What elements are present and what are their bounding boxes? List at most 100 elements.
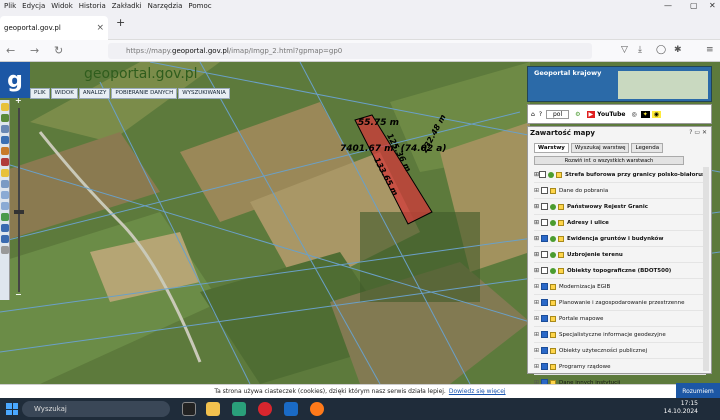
prev-extent-icon[interactable] [1, 224, 9, 232]
edge-icon[interactable] [232, 402, 246, 416]
layer-checkbox[interactable] [541, 331, 548, 338]
draw-tool-icon[interactable] [1, 169, 9, 177]
expand-layer-icon[interactable]: ⊞ [534, 203, 541, 210]
layer-row[interactable]: ⊞ Obiekty użyteczności publicznej [534, 343, 706, 359]
menu-narzedzia[interactable]: Narzędzia [148, 2, 183, 10]
taskbar-search[interactable]: Wyszukaj [22, 401, 170, 417]
extensions-icon[interactable]: ✱ [674, 45, 682, 55]
menu-pobieranie[interactable]: POBIERANIE DANYCH [111, 88, 178, 99]
cookie-more-link[interactable]: Dowiedz się więcej [449, 388, 506, 395]
zoom-box-icon[interactable] [1, 180, 9, 188]
layer-checkbox[interactable] [541, 251, 548, 258]
new-tab-icon[interactable]: + [116, 16, 125, 29]
layers-tool-icon[interactable] [1, 136, 9, 144]
layer-checkbox[interactable] [541, 187, 548, 194]
firefox-icon[interactable] [310, 402, 324, 416]
expand-layer-icon[interactable]: ⊞ [534, 219, 541, 226]
expand-layer-icon[interactable]: ⊞ [534, 315, 541, 322]
accessibility-icon[interactable]: ◎ [631, 111, 636, 118]
url-field[interactable]: https://mapy. geoportal.gov.pl/imap/Imgp_… [108, 43, 592, 59]
layer-checkbox[interactable] [541, 363, 548, 370]
expand-layer-icon[interactable]: ⊞ [534, 299, 541, 306]
panel-scrollbar[interactable] [703, 167, 709, 371]
layer-checkbox[interactable] [541, 235, 548, 242]
eye-icon[interactable]: ◉ [651, 110, 661, 118]
layer-checkbox[interactable] [539, 171, 547, 178]
tab-wyszukaj[interactable]: Wyszukaj warstwę [570, 143, 630, 153]
zoom-out-icon[interactable]: − [15, 290, 22, 299]
menu-analizy[interactable]: ANALIZY [78, 88, 111, 99]
layer-row[interactable]: ⊞ Planowanie i zagospodarowanie przestrze… [534, 295, 706, 311]
opera-icon[interactable] [258, 402, 272, 416]
expand-layer-icon[interactable]: ⊞ [534, 363, 541, 370]
menu-widok-app[interactable]: WIDOK [50, 88, 78, 99]
layer-checkbox[interactable] [541, 347, 548, 354]
windows-start-icon[interactable] [6, 403, 18, 415]
expand-layer-icon[interactable]: ⊞ [534, 283, 541, 290]
help-tool-icon[interactable] [1, 246, 9, 254]
layer-row[interactable]: ⊞ Państwowy Rejestr Granic [534, 199, 706, 215]
menu-plik[interactable]: Plik [4, 2, 16, 10]
back-icon[interactable]: ← [6, 44, 15, 57]
print-tool-icon[interactable] [1, 125, 9, 133]
minimize-icon[interactable]: — [664, 1, 672, 10]
menu-historia[interactable]: Historia [79, 2, 106, 10]
menu-zakladki[interactable]: Zakładki [112, 2, 142, 10]
youtube-icon[interactable]: ▶ [586, 110, 596, 118]
maximize-icon[interactable]: ▢ [690, 1, 698, 10]
tab-legenda[interactable]: Legenda [631, 143, 664, 153]
globe-tool-icon[interactable] [1, 213, 9, 221]
info-tool-icon[interactable] [1, 103, 9, 111]
layer-checkbox[interactable] [541, 203, 548, 210]
layer-row[interactable]: ⊞ Ewidencja gruntów i budynków [534, 231, 706, 247]
layer-row[interactable]: ⊞ Modernizacja EGIB [534, 279, 706, 295]
layer-row[interactable]: ⊞ Obiekty topograficzne (BDOT500) [534, 263, 706, 279]
pan-tool-icon[interactable] [1, 114, 9, 122]
language-select[interactable]: pol [546, 109, 570, 119]
contrast-icon[interactable]: ✦ [640, 110, 650, 118]
layer-row[interactable]: ⊞ Strefa buforowa przy granicy polsko-bia… [534, 167, 706, 183]
zoom-in-icon[interactable]: + [15, 96, 22, 105]
layer-checkbox[interactable] [541, 219, 548, 226]
geoportal-logo[interactable]: g [0, 62, 30, 98]
expand-layer-icon[interactable]: ⊞ [534, 187, 541, 194]
account-icon[interactable]: ◯ [656, 45, 666, 55]
menu-plik-app[interactable]: PLIK [30, 88, 50, 99]
close-tab-icon[interactable]: × [96, 23, 104, 33]
menu-edycja[interactable]: Edycja [22, 2, 45, 10]
layer-row[interactable]: ⊞ Uzbrojenie terenu [534, 247, 706, 263]
zoom-slider-handle[interactable] [14, 210, 24, 214]
reload-icon[interactable]: ↻ [54, 44, 63, 57]
layer-row[interactable]: ⊞ Adresy i ulice [534, 215, 706, 231]
help-icon[interactable]: ? [539, 111, 542, 118]
ruler-tool-icon[interactable] [1, 147, 9, 155]
expand-layer-icon[interactable]: ⊞ [534, 331, 541, 338]
pocket-icon[interactable]: ▽ [621, 45, 628, 55]
menu-wyszukiwania[interactable]: WYSZUKIWANIA [178, 88, 230, 99]
expand-layer-icon[interactable]: ⊞ [534, 235, 541, 242]
menu-widok[interactable]: Widok [51, 2, 73, 10]
download-icon[interactable]: ⤓ [638, 45, 642, 55]
settings-icon[interactable]: ⚙ [575, 111, 580, 118]
zoom-in-tool-icon[interactable] [1, 191, 9, 199]
outlook-icon[interactable] [284, 402, 298, 416]
menu-pomoc[interactable]: Pomoc [188, 2, 211, 10]
taskbar-clock[interactable]: 17:15 14.10.2024 [664, 400, 698, 416]
tab-warstwy[interactable]: Warstwy [534, 143, 569, 153]
home-icon[interactable]: ⌂ [531, 111, 535, 118]
close-window-icon[interactable]: ✕ [709, 1, 716, 10]
layer-checkbox[interactable] [541, 299, 548, 306]
browser-tab[interactable]: geoportal.gov.pl × [0, 16, 108, 40]
layer-checkbox[interactable] [541, 267, 548, 274]
zoom-slider[interactable]: + − [14, 96, 24, 300]
layer-row[interactable]: ⊞ Dane do pobrania [534, 183, 706, 199]
expand-layer-icon[interactable]: ⊞ [534, 267, 541, 274]
forward-icon[interactable]: → [30, 44, 39, 57]
layer-row[interactable]: ⊞ Specjalistyczne informacje geodezyjne [534, 327, 706, 343]
expand-all-button[interactable]: Rozwiń inf. o wszystkich warstwach [534, 156, 684, 165]
layer-row[interactable]: ⊞ Programy rządowe [534, 359, 706, 375]
area-tool-icon[interactable] [1, 158, 9, 166]
panel-controls[interactable]: ? ▭ ✕ [689, 129, 707, 136]
task-view-icon[interactable] [182, 402, 196, 416]
youtube-label[interactable]: YouTube [597, 111, 625, 118]
